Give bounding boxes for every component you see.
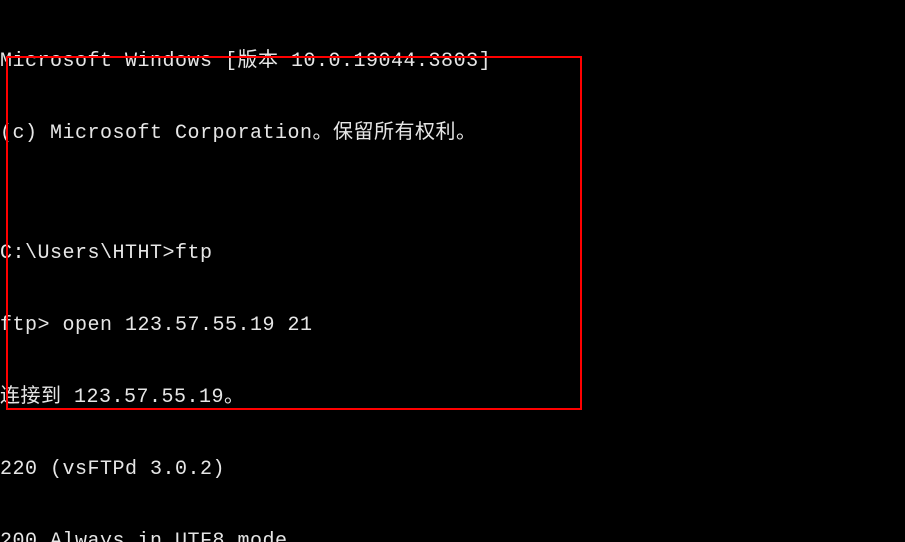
terminal-line: 220 (vsFTPd 3.0.2) [0,458,905,482]
terminal-line: C:\Users\HTHT>ftp [0,242,905,266]
terminal-line: 200 Always in UTF8 mode. [0,530,905,542]
terminal-line: (c) Microsoft Corporation。保留所有权利。 [0,122,905,146]
terminal-window[interactable]: Microsoft Windows [版本 10.0.19044.3803] (… [0,0,905,542]
terminal-line: Microsoft Windows [版本 10.0.19044.3803] [0,50,905,74]
terminal-line: 连接到 123.57.55.19。 [0,386,905,410]
terminal-line: ftp> open 123.57.55.19 21 [0,314,905,338]
